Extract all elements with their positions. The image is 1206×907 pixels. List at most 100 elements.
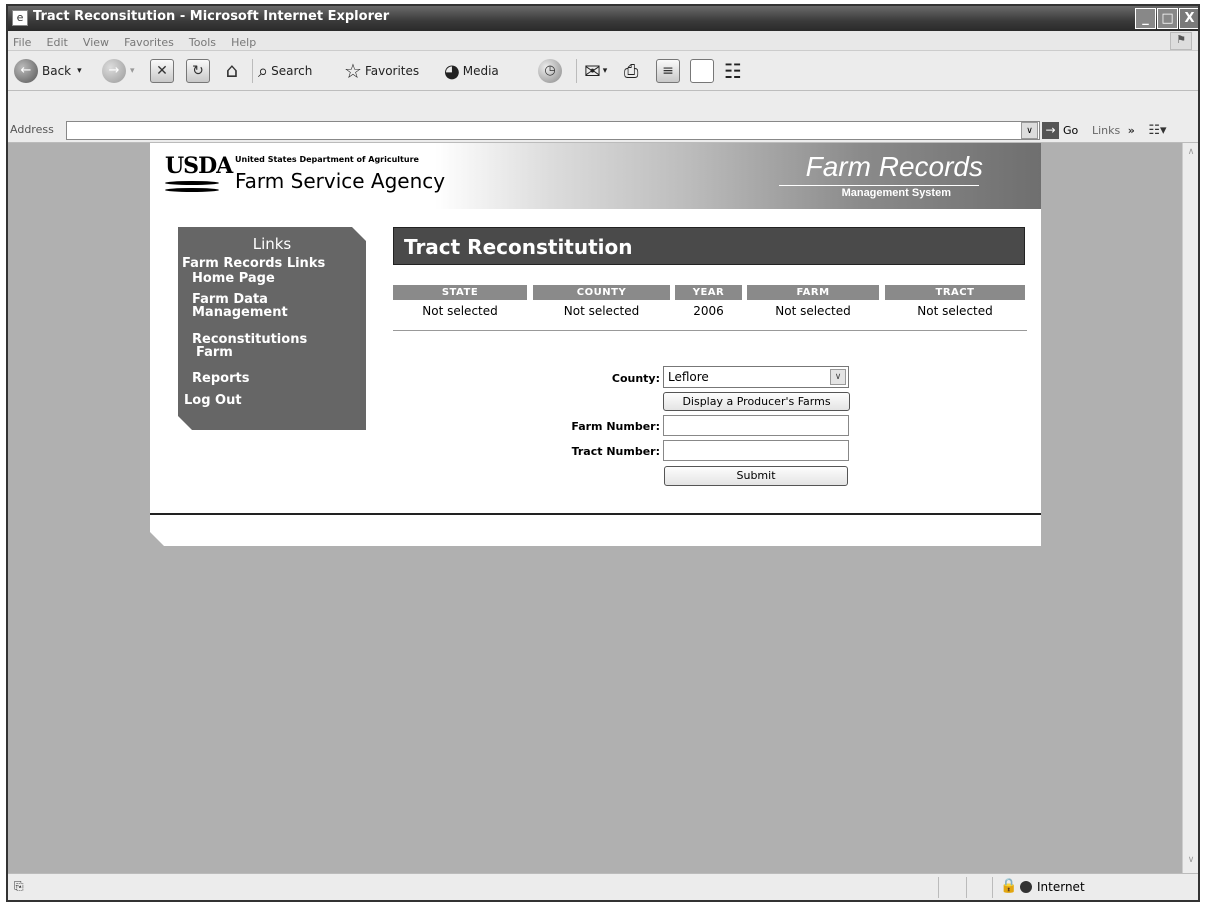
menu-favorites[interactable]: Favorites (119, 34, 179, 51)
discuss-icon (690, 59, 714, 83)
media-label: Media (462, 64, 499, 78)
mail-dropdown-icon: ▾ (602, 66, 608, 76)
print-icon: ⎙ (624, 60, 639, 82)
minimize-button[interactable]: _ (1135, 8, 1156, 29)
page-status-icon: ⎘ (14, 879, 24, 893)
forward-dropdown-icon: ▾ (130, 66, 135, 76)
history-button[interactable]: ◷ (538, 57, 566, 85)
menu-edit[interactable]: Edit (42, 34, 73, 51)
address-bar: Address ∨ → Go Links » ☷▾ (8, 119, 1198, 143)
status-bar: ⎘ 🔒 Internet (8, 873, 1198, 900)
favorites-label: Favorites (364, 64, 420, 78)
county-label: County: (611, 372, 660, 385)
edit-page-icon: ≡ (656, 59, 680, 83)
home-icon: ⌂ (225, 58, 239, 82)
summary-divider (393, 330, 1027, 331)
edit-button[interactable]: ≡ (656, 57, 680, 85)
messenger-icon: ☷ (724, 59, 742, 83)
back-label: Back (42, 64, 72, 78)
close-button[interactable]: X (1179, 8, 1198, 29)
favorites-button[interactable]: ☆ Favorites (344, 57, 419, 85)
display-producers-farms-button[interactable]: Display a Producer's Farms (663, 392, 850, 411)
link-farm[interactable]: Farm (196, 346, 233, 359)
ie-app-icon: e (12, 10, 28, 26)
value-state: Not selected (422, 304, 498, 318)
farm-number-input[interactable] (663, 415, 849, 436)
status-divider (938, 877, 939, 898)
go-button[interactable]: → Go (1042, 122, 1078, 139)
scroll-up-icon[interactable]: ∧ (1184, 147, 1198, 161)
tract-number-input[interactable] (663, 440, 849, 461)
logo-swoosh (165, 188, 219, 192)
menu-help[interactable]: Help (226, 34, 261, 51)
footer-divider (150, 513, 1041, 515)
usda-logo-text: USDA (165, 153, 233, 179)
vertical-scrollbar[interactable]: ∧ ∨ (1182, 143, 1198, 873)
link-reports[interactable]: Reports (192, 372, 249, 385)
menu-view[interactable]: View (78, 34, 114, 51)
go-label: Go (1063, 124, 1079, 137)
department-name: United States Department of Agriculture (235, 155, 419, 164)
toolbar-divider (576, 59, 577, 83)
page-title: Tract Reconstitution (404, 235, 633, 259)
county-select[interactable]: Leflore ∨ (663, 366, 849, 388)
media-icon: ◕ (444, 60, 460, 82)
link-management[interactable]: Management (192, 306, 288, 319)
search-button[interactable]: ⌕ Search (258, 57, 312, 85)
system-title: Farm Records (805, 151, 983, 182)
windows-logo-icon: ⚑ (1170, 32, 1192, 50)
header-tract: TRACT (885, 285, 1025, 300)
globe-icon (1020, 881, 1032, 893)
scroll-down-icon[interactable]: ∨ (1184, 855, 1198, 869)
links-toolbar[interactable]: Links » ☷▾ (1092, 123, 1167, 138)
stop-button[interactable]: ✕ (150, 57, 174, 85)
refresh-icon: ↻ (186, 59, 210, 83)
messenger-button[interactable]: ☷ (724, 57, 742, 85)
home-button[interactable]: ⌂ (220, 57, 244, 85)
menu-bar: File Edit View Favorites Tools Help ⚑ (8, 31, 1198, 51)
discuss-button[interactable] (690, 57, 714, 85)
links-heading: Links (252, 235, 292, 253)
go-arrow-icon: → (1042, 122, 1059, 139)
page-viewport: USDA United States Department of Agricul… (8, 143, 1182, 873)
county-selected-value: Leflore (668, 370, 709, 384)
chevron-down-icon[interactable]: ∨ (830, 369, 846, 385)
chevron-right-icon: » (1127, 124, 1135, 137)
link-farm-records-links[interactable]: Farm Records Links (182, 257, 325, 270)
stop-icon: ✕ (150, 59, 174, 83)
media-button[interactable]: ◕ Media (444, 57, 499, 85)
mail-button[interactable]: ✉ ▾ (584, 57, 607, 85)
refresh-button[interactable]: ↻ (186, 57, 210, 85)
back-button[interactable]: ← Back ▾ (14, 57, 82, 85)
title-bar: e Tract Reconsitution - Microsoft Intern… (8, 6, 1198, 31)
lock-icon: 🔒 (1000, 878, 1018, 894)
history-icon: ◷ (538, 59, 562, 83)
section-title-bar: Tract Reconstitution (393, 227, 1025, 265)
title-underline (779, 185, 979, 186)
links-label: Links (1092, 124, 1121, 137)
maximize-button[interactable]: □ (1157, 8, 1178, 29)
links-panel: Links Farm Records Links Home Page Farm … (178, 227, 366, 430)
agency-name: Farm Service Agency (235, 169, 446, 193)
tract-number-label: Tract Number: (571, 445, 660, 458)
logo-swoosh (165, 181, 219, 185)
mail-icon: ✉ (584, 59, 601, 83)
research-icon[interactable]: ☷▾ (1148, 123, 1166, 138)
address-label: Address (10, 123, 54, 136)
menu-file[interactable]: File (8, 34, 36, 51)
submit-button[interactable]: Submit (664, 466, 848, 486)
zone-label: Internet (1037, 880, 1085, 894)
toolbar: ← Back ▾ → ▾ ✕ ↻ ⌂ ⌕ Search ☆ Favorites … (8, 51, 1198, 91)
print-button[interactable]: ⎙ (624, 57, 638, 85)
toolbar-divider (252, 59, 253, 83)
address-input[interactable] (66, 121, 1040, 140)
back-dropdown-icon: ▾ (77, 66, 82, 76)
menu-tools[interactable]: Tools (184, 34, 221, 51)
link-log-out[interactable]: Log Out (184, 394, 242, 407)
forward-button[interactable]: → ▾ (102, 57, 135, 85)
search-label: Search (271, 64, 313, 78)
link-home-page[interactable]: Home Page (192, 272, 275, 285)
farm-records-page: USDA United States Department of Agricul… (150, 143, 1041, 546)
value-year: 2006 (693, 304, 724, 318)
address-dropdown-icon[interactable]: ∨ (1021, 122, 1038, 139)
